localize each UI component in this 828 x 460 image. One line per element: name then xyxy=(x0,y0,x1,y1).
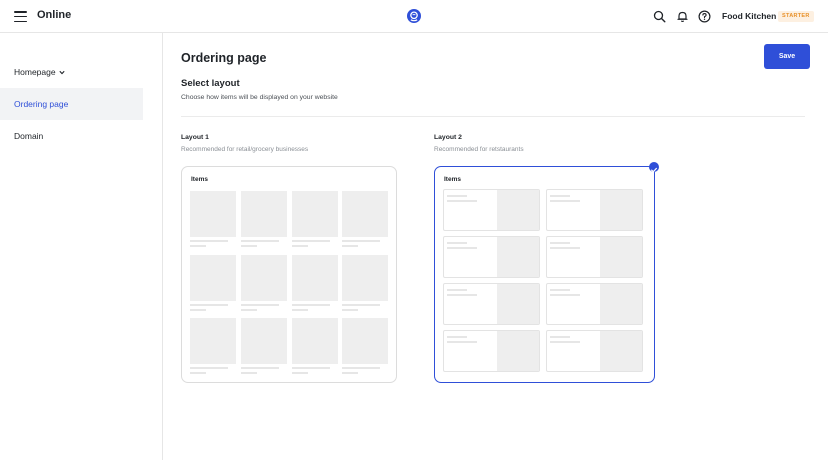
preview-list-row xyxy=(546,236,643,278)
card-title: Items xyxy=(191,176,208,183)
brand-logo-icon[interactable] xyxy=(407,9,421,23)
preview-grid-tile xyxy=(241,318,287,374)
preview-grid-tile xyxy=(292,255,338,311)
help-icon[interactable] xyxy=(698,10,711,23)
preview-grid-tile xyxy=(342,318,388,374)
menu-icon[interactable] xyxy=(14,11,27,23)
bell-icon[interactable] xyxy=(676,10,689,23)
preview-list-row xyxy=(546,330,643,372)
layout-2-label: Layout 2 xyxy=(434,134,462,141)
layout-2-card[interactable]: Items xyxy=(434,162,659,383)
chevron-down-icon xyxy=(58,58,65,90)
preview-grid-tile xyxy=(190,255,236,311)
search-icon[interactable] xyxy=(653,10,666,23)
layout-1-card[interactable]: Items xyxy=(181,166,397,383)
sidebar-item-label: Homepage xyxy=(14,67,56,77)
top-bar: Online Food Kitchen STARTER xyxy=(0,0,828,33)
check-icon xyxy=(649,162,659,173)
save-button[interactable]: Save xyxy=(764,44,810,69)
sidebar-item-homepage[interactable]: Homepage xyxy=(0,56,143,88)
preview-list-row xyxy=(443,189,540,231)
layout-1-label: Layout 1 xyxy=(181,134,209,141)
card-title: Items xyxy=(444,176,461,183)
preview-grid-tile xyxy=(292,318,338,374)
preview-list-row xyxy=(443,330,540,372)
plan-badge: STARTER xyxy=(778,11,814,22)
divider xyxy=(181,116,805,117)
preview-grid-tile xyxy=(241,191,287,247)
preview-list-row xyxy=(443,236,540,278)
main-content: Ordering page Save Select layout Choose … xyxy=(163,33,828,460)
app-title: Online xyxy=(37,9,72,21)
sidebar-item-ordering-page[interactable]: Ordering page xyxy=(0,88,143,120)
preview-grid-tile xyxy=(342,255,388,311)
preview-grid-tile xyxy=(292,191,338,247)
page-title: Ordering page xyxy=(181,51,267,65)
preview-grid-tile xyxy=(241,255,287,311)
section-title: Select layout xyxy=(181,78,240,89)
layout-2-description: Recommended for retstaurants xyxy=(434,146,524,153)
preview-grid-tile xyxy=(342,191,388,247)
sidebar: Homepage Ordering page Domain xyxy=(0,33,163,460)
preview-list-row xyxy=(443,283,540,325)
sidebar-item-label: Domain xyxy=(14,131,44,141)
sidebar-item-label: Ordering page xyxy=(14,99,69,109)
preview-list-row xyxy=(546,283,643,325)
preview-grid-tile xyxy=(190,191,236,247)
sidebar-item-domain[interactable]: Domain xyxy=(0,120,143,152)
preview-grid-tile xyxy=(190,318,236,374)
section-subtitle: Choose how items will be displayed on yo… xyxy=(181,94,338,101)
layout-1-description: Recommended for retail/grocery businesse… xyxy=(181,146,309,153)
store-name[interactable]: Food Kitchen xyxy=(722,11,776,21)
preview-list-row xyxy=(546,189,643,231)
